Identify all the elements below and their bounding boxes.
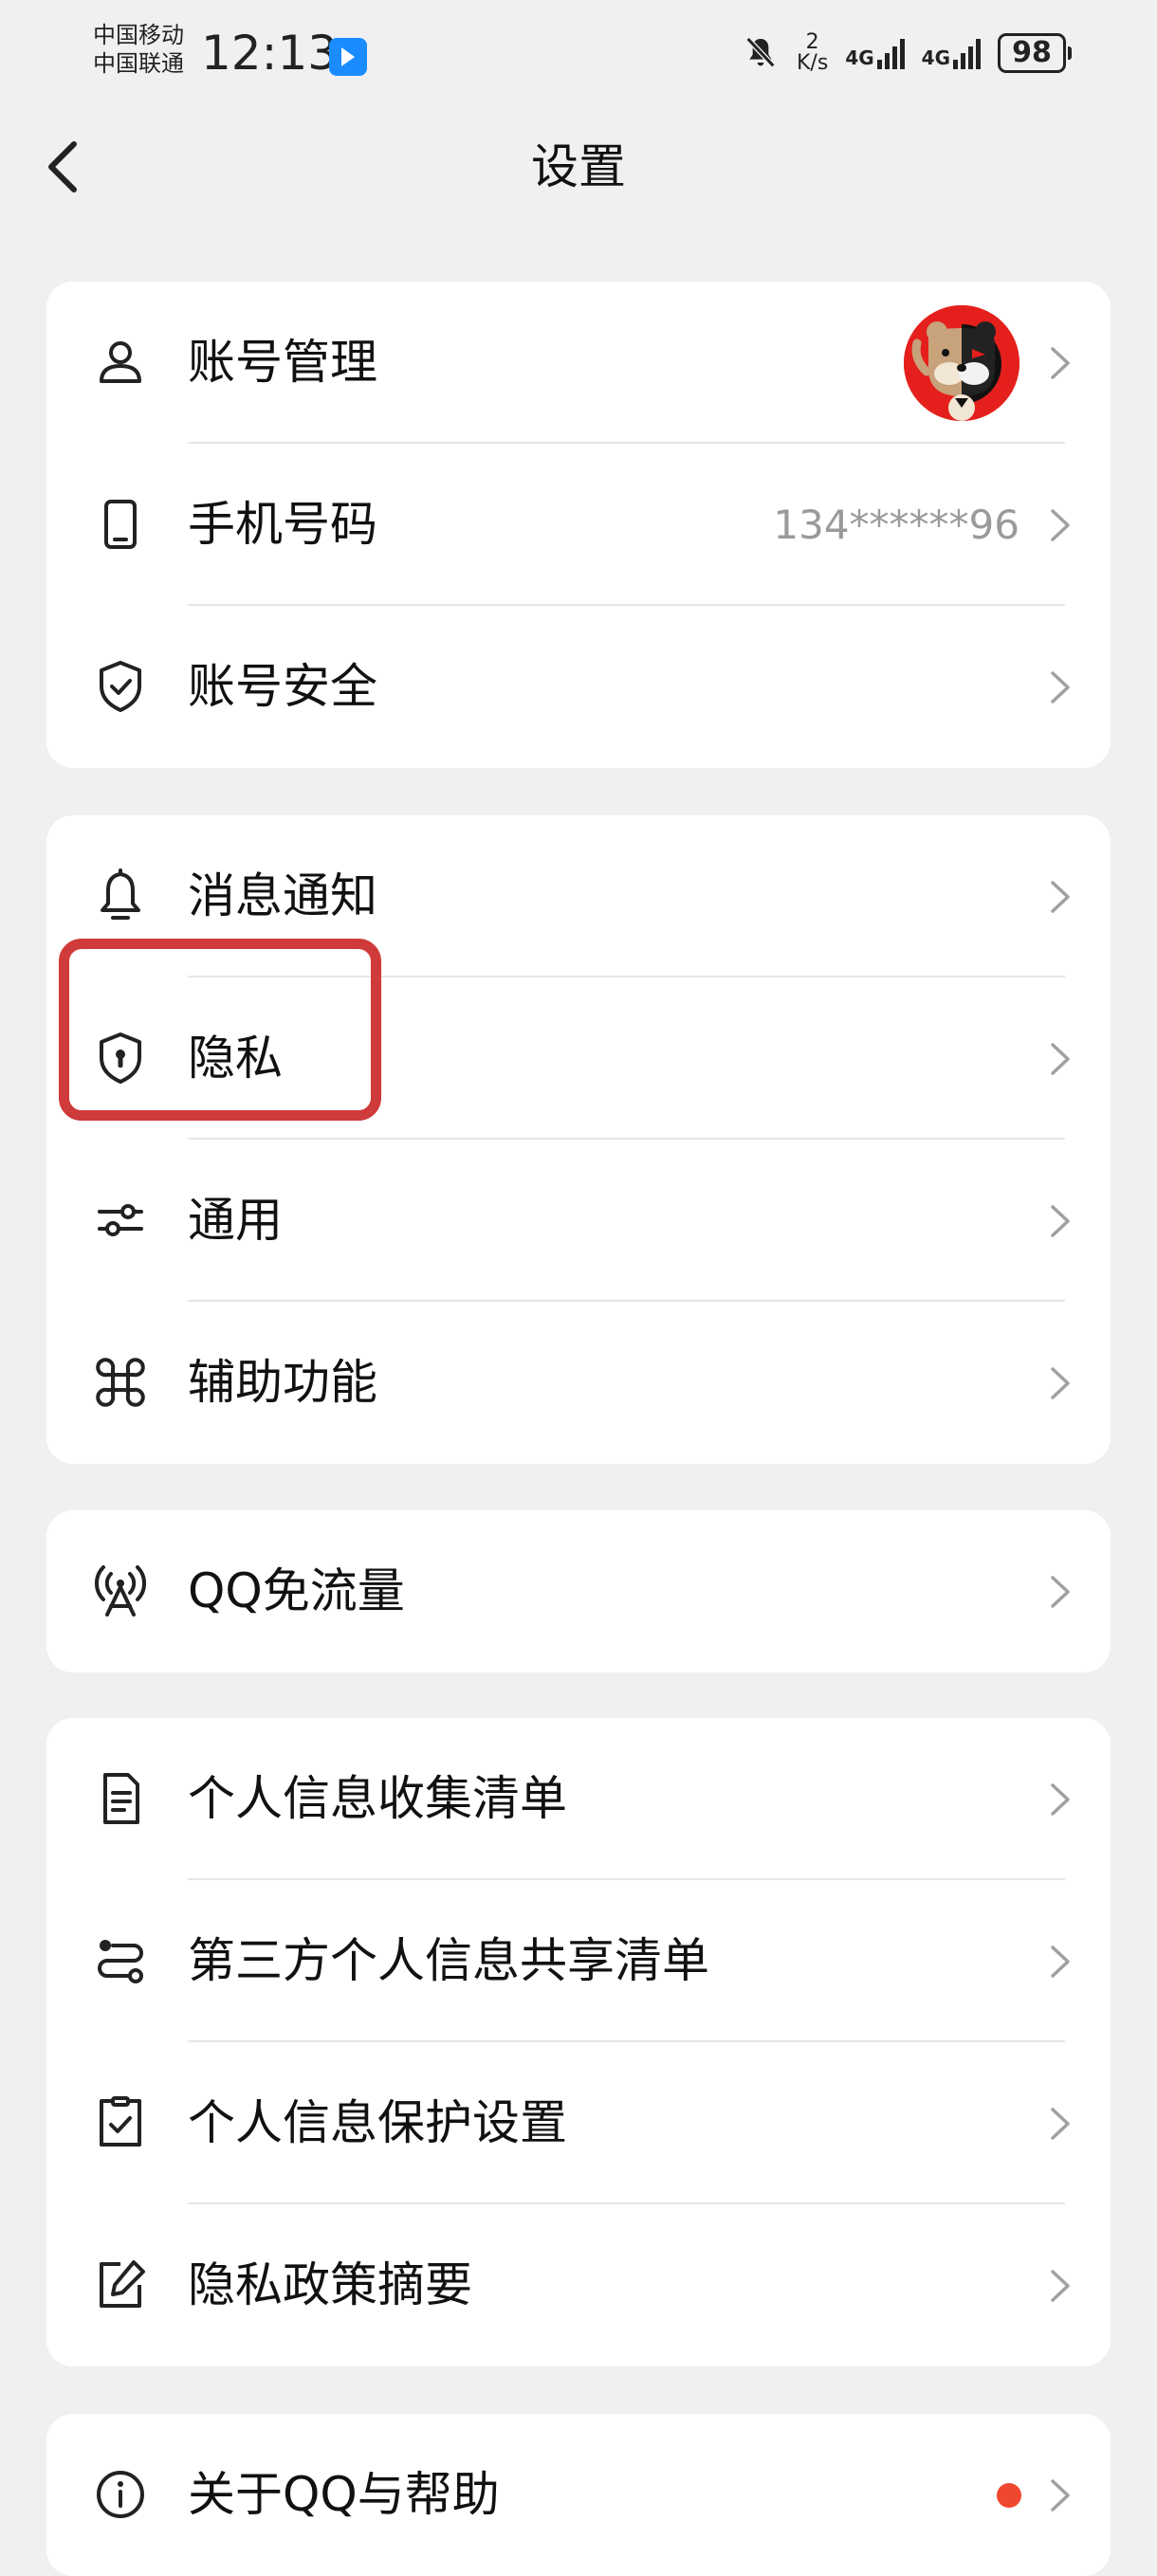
- network-type-1: 4G: [845, 46, 874, 69]
- chevron-right-icon: [1051, 1946, 1070, 1978]
- third-party-sharing-list-row[interactable]: 第三方个人信息共享清单: [46, 1880, 1111, 2042]
- clock: 12:13: [201, 26, 339, 81]
- about-qq-help-row[interactable]: 关于QQ与帮助: [46, 2414, 1111, 2576]
- account-management-row[interactable]: 账号管理: [46, 282, 1111, 444]
- status-indicators: 2 K/s 4G 4G 98: [742, 32, 1072, 74]
- speed-unit: K/s: [797, 51, 829, 75]
- signal-1: 4G: [845, 37, 905, 69]
- carrier-1: 中国移动: [93, 22, 184, 48]
- chevron-right-icon: [1051, 509, 1070, 541]
- chevron-right-icon: [1051, 2108, 1070, 2140]
- row-label: 账号管理: [188, 335, 377, 390]
- row-label: 隐私: [188, 1031, 283, 1086]
- accessibility-row[interactable]: 辅助功能: [46, 1302, 1111, 1464]
- signal-bars-icon: [876, 37, 905, 69]
- row-label: 通用: [188, 1193, 283, 1248]
- row-label: 个人信息保护设置: [188, 2095, 567, 2150]
- chevron-right-icon: [1051, 671, 1070, 703]
- carrier-info: 中国移动 中国联通: [93, 21, 184, 78]
- privacy-policy-summary-row[interactable]: 隐私政策摘要: [46, 2204, 1111, 2366]
- shield-check-icon: [100, 661, 141, 712]
- account-security-row[interactable]: 账号安全: [46, 606, 1111, 768]
- avatar: [904, 305, 1019, 421]
- phone-number-value: 134******96: [773, 502, 1019, 548]
- command-icon: [96, 1358, 145, 1407]
- privacy-shield-icon: [100, 1032, 141, 1084]
- privacy-row[interactable]: 隐私: [46, 977, 1111, 1140]
- document-icon: [103, 1773, 139, 1824]
- chevron-right-icon: [1051, 881, 1070, 913]
- account-section: 账号管理 手机号码 134******96 账号安全: [46, 282, 1111, 768]
- info-collection-list-row[interactable]: 个人信息收集清单: [46, 1718, 1111, 1880]
- network-speed: 2 K/s: [797, 32, 828, 74]
- signal-2: 4G: [922, 37, 981, 69]
- user-icon: [100, 341, 141, 383]
- general-section: 消息通知 隐私 通用 辅助功能: [46, 815, 1111, 1464]
- chevron-right-icon: [1051, 1783, 1070, 1816]
- row-label: 第三方个人信息共享清单: [188, 1933, 709, 1988]
- row-label: 手机号码: [188, 497, 377, 552]
- speed-value: 2: [805, 30, 819, 54]
- row-label: 辅助功能: [188, 1355, 377, 1410]
- personal-info-section: 个人信息收集清单 第三方个人信息共享清单 个人信息保护设置 隐私政策摘要: [46, 1718, 1111, 2366]
- data-saver-section: QQ免流量: [46, 1510, 1111, 1672]
- row-label: 个人信息收集清单: [188, 1771, 567, 1826]
- qq-free-data-row[interactable]: QQ免流量: [46, 1510, 1111, 1672]
- row-label: QQ免流量: [188, 1563, 405, 1618]
- chevron-right-icon: [1051, 2479, 1070, 2512]
- status-bar: 中国移动 中国联通 12:13 2 K/s 4G 4G 98: [0, 0, 1157, 114]
- phone-icon: [104, 500, 137, 549]
- share-list-icon: [98, 1940, 143, 1983]
- general-row[interactable]: 通用: [46, 1140, 1111, 1302]
- header-bar: 设置: [0, 114, 1157, 218]
- notification-dot: [997, 2483, 1021, 2508]
- info-icon: [97, 2471, 144, 2518]
- app-notification-icon: [329, 38, 367, 76]
- notifications-row[interactable]: 消息通知: [46, 815, 1111, 977]
- network-type-2: 4G: [921, 46, 950, 69]
- chevron-right-icon: [1051, 1043, 1070, 1075]
- bell-icon: [101, 868, 140, 920]
- about-section: 关于QQ与帮助: [46, 2414, 1111, 2576]
- checkbox-icon: [100, 2096, 141, 2147]
- row-label: 消息通知: [188, 868, 377, 923]
- antenna-icon: [94, 1565, 147, 1617]
- info-protection-settings-row[interactable]: 个人信息保护设置: [46, 2042, 1111, 2204]
- phone-number-row[interactable]: 手机号码 134******96: [46, 444, 1111, 606]
- mute-bell-icon: [745, 37, 776, 68]
- battery-indicator: 98: [998, 33, 1072, 73]
- row-label: 账号安全: [188, 659, 377, 714]
- row-label: 关于QQ与帮助: [188, 2467, 500, 2522]
- sliders-icon: [98, 1204, 143, 1236]
- carrier-2: 中国联通: [93, 50, 184, 77]
- edit-icon: [100, 2260, 145, 2308]
- signal-bars-icon: [953, 37, 981, 69]
- page-title: 设置: [531, 139, 626, 194]
- chevron-right-icon: [1051, 1367, 1070, 1399]
- chevron-right-icon: [1051, 2270, 1070, 2302]
- chevron-right-icon: [1051, 1205, 1070, 1237]
- chevron-right-icon: [1051, 347, 1070, 379]
- row-label: 隐私政策摘要: [188, 2257, 472, 2312]
- chevron-right-icon: [1051, 1576, 1070, 1608]
